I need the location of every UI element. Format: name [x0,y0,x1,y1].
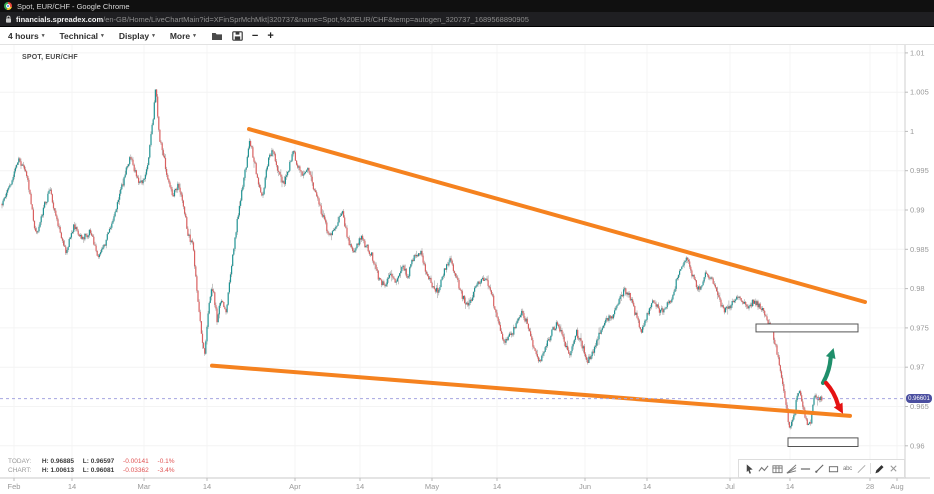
svg-text:0.96: 0.96 [910,441,925,450]
svg-text:14: 14 [356,482,364,491]
data-table-tool-icon[interactable] [772,462,783,475]
chart-low: L: 0.96081 [83,466,114,475]
annotation-rectangles[interactable] [756,324,858,447]
chart-change-pct: -3.4% [158,466,175,475]
today-low: L: 0.96597 [83,457,114,466]
menu-timeframe-label: 4 hours [8,31,39,41]
status-panel: TODAY: H: 0.96885 L: 0.96597 -0.00141 -0… [8,457,182,475]
menu-display-label: Display [119,31,149,41]
menu-technical[interactable]: Technical ▾ [59,31,103,41]
svg-text:0.97: 0.97 [910,363,925,372]
chevron-down-icon: ▾ [42,33,45,39]
trend-line-tool-icon[interactable] [814,462,825,475]
text-tool-icon[interactable]: abc [842,462,853,475]
svg-text:14: 14 [493,482,501,491]
status-row-today: TODAY: H: 0.96885 L: 0.96597 -0.00141 -0… [8,457,182,466]
svg-text:Jul: Jul [725,482,735,491]
drawing-toolbar: abc [738,459,905,478]
chart-high: H: 1.00613 [42,466,74,475]
chevron-down-icon: ▾ [152,33,155,39]
minus-icon: − [252,31,258,41]
plus-icon: + [267,31,273,41]
svg-text:Jun: Jun [579,482,591,491]
svg-text:May: May [425,482,439,491]
window-title: Spot, EUR/CHF - Google Chrome [17,2,130,11]
zoom-in-button[interactable]: + [267,31,273,41]
chevron-down-icon: ▾ [101,33,104,39]
menu-technical-label: Technical [59,31,98,41]
chart-area[interactable]: 1.01 1.005 1 0.995 0.99 0.985 0.98 0.975 0.97 0.9… [0,45,934,494]
svg-text:Aug: Aug [890,482,903,491]
status-label: CHART: [8,466,40,475]
pointer-tool-icon[interactable] [744,462,755,475]
status-label: TODAY: [8,457,40,466]
svg-text:1.005: 1.005 [910,88,929,97]
close-toolbar-icon[interactable] [888,462,899,475]
menu-more-label: More [170,31,190,41]
rectangle-tool-icon[interactable] [828,462,839,475]
chevron-down-icon: ▾ [193,33,196,39]
instrument-label: SPOT, EUR/CHF [22,54,78,61]
menu-display[interactable]: Display ▾ [119,31,155,41]
svg-text:Mar: Mar [138,482,151,491]
menu-timeframe[interactable]: 4 hours ▾ [8,31,44,41]
menu-more[interactable]: More ▾ [170,31,196,41]
current-price-badge: 0.96601 [906,394,932,403]
svg-text:Feb: Feb [8,482,21,491]
svg-text:0.98: 0.98 [910,284,925,293]
svg-text:14: 14 [203,482,211,491]
svg-text:1: 1 [910,127,914,136]
ray-line-tool-icon[interactable] [856,462,867,475]
url-path: /en-GB/Home/LiveChartMain?id=XFinSprMchM… [103,15,529,24]
url-domain: financials.spreadex.com [16,15,103,24]
url-text: financials.spreadex.com/en-GB/Home/LiveC… [16,15,529,24]
down-arrow [826,383,838,405]
svg-text:0.985: 0.985 [910,245,929,254]
pencil-tool-icon[interactable] [874,462,885,475]
lock-icon [5,15,12,24]
svg-text:0.975: 0.975 [910,323,929,332]
zoom-out-button[interactable]: − [252,31,258,41]
fan-lines-tool-icon[interactable] [786,462,797,475]
up-arrow [823,358,831,383]
svg-text:14: 14 [643,482,651,491]
status-row-chart: CHART: H: 1.00613 L: 0.96081 -0.03362 -3… [8,466,182,475]
save-icon [232,31,243,41]
save-chart-button[interactable] [232,31,243,41]
svg-text:0.995: 0.995 [910,166,929,175]
chart-change: -0.03362 [123,466,149,475]
svg-text:0.965: 0.965 [910,402,929,411]
today-change-pct: -0.1% [158,457,175,466]
horizontal-line-tool-icon[interactable] [800,462,811,475]
svg-text:14: 14 [786,482,794,491]
zigzag-tool-icon[interactable] [758,462,769,475]
open-chart-button[interactable] [211,31,223,41]
candles [2,89,822,429]
annotation-arrows[interactable] [823,348,843,414]
svg-text:28: 28 [866,482,874,491]
chrome-logo-icon [4,2,12,10]
toolbar-separator [870,463,871,474]
folder-icon [211,31,223,41]
chart-toolbar: 4 hours ▾ Technical ▾ Display ▾ More ▾ −… [0,27,934,45]
svg-text:14: 14 [68,482,76,491]
svg-text:1.01: 1.01 [910,48,925,57]
svg-text:Apr: Apr [289,482,301,491]
svg-text:0.99: 0.99 [910,206,925,215]
today-change: -0.00141 [123,457,149,466]
today-high: H: 0.96885 [42,457,74,466]
address-bar[interactable]: financials.spreadex.com/en-GB/Home/LiveC… [0,12,934,27]
chart-canvas[interactable]: 1.01 1.005 1 0.995 0.99 0.985 0.98 0.975 0.97 0.9… [0,45,934,494]
window-titlebar: Spot, EUR/CHF - Google Chrome [0,0,934,12]
